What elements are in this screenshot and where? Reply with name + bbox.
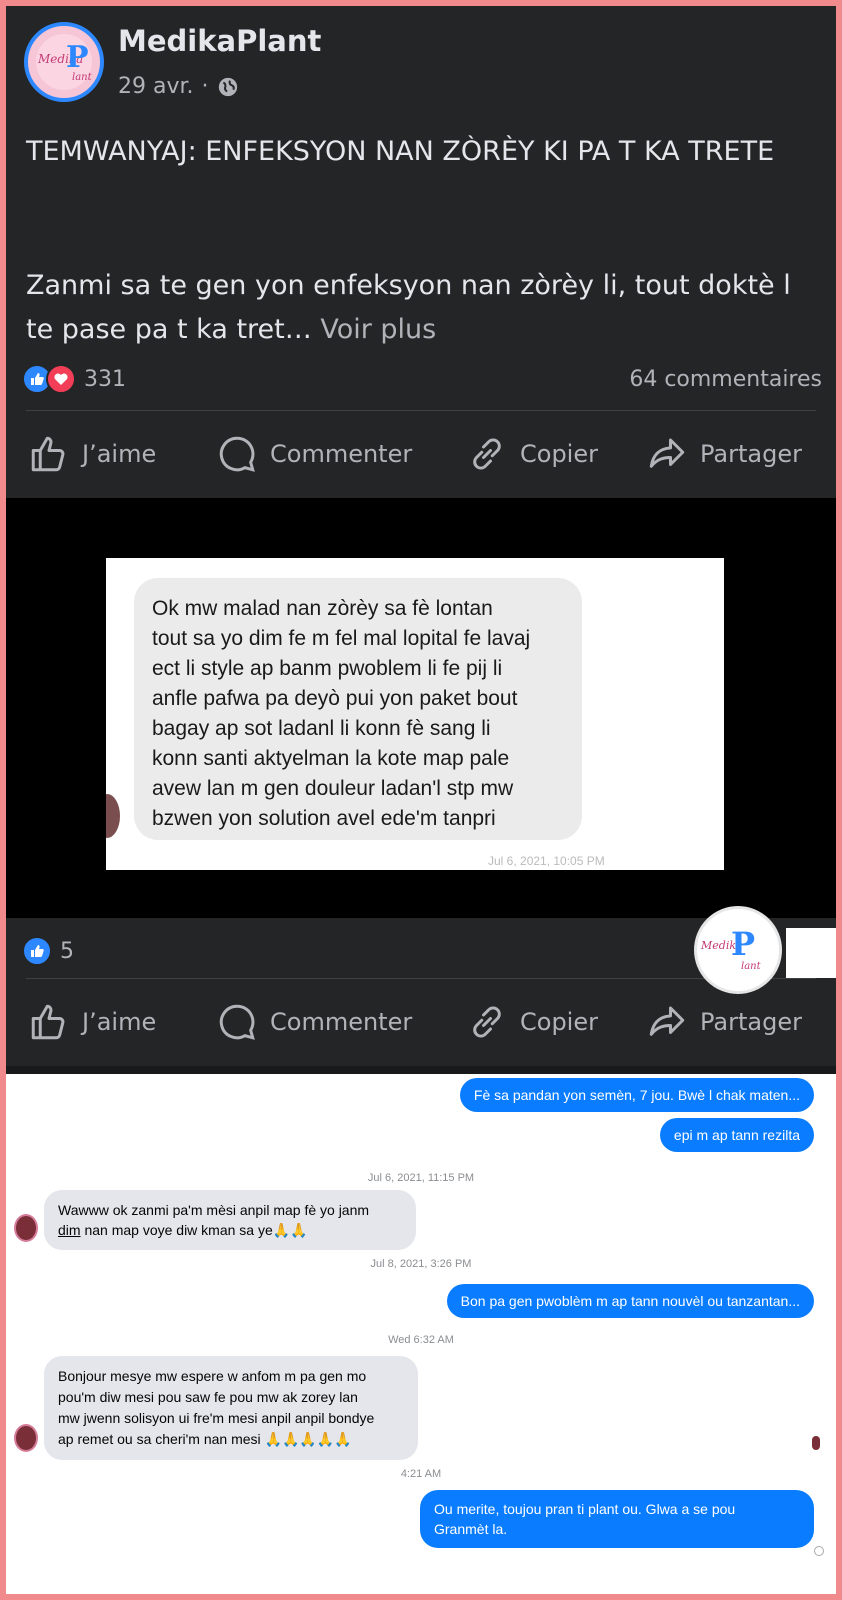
like-reaction-icon <box>22 936 52 966</box>
message-line: konn santi aktyelman la kote map pale <box>152 747 510 770</box>
message-line: Ou merite, toujou pran ti plant ou. Glwa… <box>434 1501 736 1517</box>
like-button[interactable]: J’aime <box>28 433 156 475</box>
see-more-link[interactable]: Voir plus <box>320 314 436 345</box>
timestamp: Jul 6, 2021, 11:15 PM <box>367 1172 475 1184</box>
copy-label: Copier <box>520 440 598 468</box>
message-line: dim nan map voye diw kman sa ye🙏🙏 <box>58 1220 402 1240</box>
love-reaction-icon <box>46 364 76 394</box>
globe-icon <box>218 77 237 96</box>
post-meta: 29 avr. · <box>118 74 239 99</box>
sender-avatar <box>14 1424 38 1452</box>
reaction-summary[interactable]: 331 64 commentaires <box>22 362 822 396</box>
facebook-post: Medika P lant MedikaPlant 29 avr. · TEMW… <box>6 6 836 498</box>
message-line: anfle pafwa pa deyò pui yon paket bout <box>152 687 518 710</box>
meta-separator: · <box>201 74 209 99</box>
message-line: Bonjour mesye mw espere w anfom m pa gen… <box>58 1368 367 1384</box>
message-line: bzwen yon solution avel ede'm tanpri <box>152 807 496 830</box>
copy-label: Copier <box>520 1008 598 1036</box>
timestamp: Wed 6:32 AM <box>388 1334 454 1346</box>
message-rest: nan map voye diw kman sa ye🙏🙏 <box>80 1222 308 1238</box>
timestamp: Jul 8, 2021, 3:26 PM <box>370 1258 472 1270</box>
messenger-conversation: Fè sa pandan yon semèn, 7 jou. Bwè l cha… <box>6 1074 836 1594</box>
link-icon <box>473 438 501 470</box>
message-line: bagay ap sot ladanl li konn fè sang li <box>152 717 491 740</box>
comment-icon <box>219 436 255 472</box>
logo-word-2: lant <box>741 961 761 972</box>
message-line: pou'm diw mesi pou saw fe pou mw ak zore… <box>58 1389 358 1405</box>
share-arrow-icon <box>649 438 685 468</box>
logo-backdrop <box>786 928 836 978</box>
page-avatar[interactable]: Medika P lant <box>24 22 104 102</box>
sent-message[interactable]: epi m ap tann rezilta <box>659 1118 814 1152</box>
post-body: Zanmi sa te gen yon enfeksyon nan zòrèy … <box>26 264 816 352</box>
delivered-check-icon <box>814 1546 824 1556</box>
sender-avatar <box>14 1214 38 1242</box>
message-line: Ok mw malad nan zòrèy sa fè lontan <box>152 597 493 620</box>
link-icon <box>473 1006 501 1038</box>
message-line: tout sa yo dim fe m fel mal lopital fe l… <box>152 627 531 650</box>
page-name[interactable]: MedikaPlant <box>118 24 321 58</box>
thumbs-up-icon <box>31 1004 65 1040</box>
photo-post: Ok mw malad nan zòrèy sa fè lontan tout … <box>6 498 836 1066</box>
logo-letter: P <box>731 925 756 963</box>
comment-label: Commenter <box>270 1008 413 1036</box>
message-line: Wawww ok zanmi pa'm mèsi anpil map fè yo… <box>58 1202 370 1218</box>
message-line: mw jwenn solisyon ui fre'm mesi anpil an… <box>58 1410 375 1426</box>
message-screenshot[interactable]: Ok mw malad nan zòrèy sa fè lontan tout … <box>106 558 724 870</box>
logo-word-2: lant <box>72 72 92 83</box>
message-line: avew lan m gen douleur ladan'l stp mw <box>152 777 514 800</box>
like-label: J’aime <box>82 440 157 468</box>
post-title: TEMWANYAJ: ENFEKSYON NAN ZÒRÈY KI PA T K… <box>26 136 775 167</box>
message-line: Granmèt la. <box>434 1521 508 1537</box>
message-timestamp: Jul 6, 2021, 10:05 PM <box>488 854 605 868</box>
sent-message[interactable]: Bon pa gen pwoblèm m ap tann nouvèl ou t… <box>446 1284 814 1318</box>
post-date[interactable]: 29 avr. <box>118 74 194 99</box>
divider <box>26 410 816 411</box>
share-arrow-icon <box>649 1006 685 1036</box>
comment-icon <box>219 1004 255 1040</box>
post-actions: J’aime Commenter Copier Partager <box>6 982 836 1062</box>
comment-button[interactable]: Commenter <box>216 433 412 475</box>
comment-button[interactable]: Commenter <box>216 1001 412 1043</box>
message-underlined-word: dim <box>58 1222 81 1238</box>
timestamp: 4:21 AM <box>400 1468 442 1480</box>
post-actions: J’aime Commenter Copier Partager <box>6 414 836 494</box>
received-message[interactable]: Bonjour mesye mw espere w anfom m pa gen… <box>44 1356 418 1460</box>
like-button[interactable]: J’aime <box>28 1001 156 1043</box>
watermark-logo: Medika P lant <box>694 906 782 994</box>
share-label: Partager <box>700 440 802 468</box>
like-label: J’aime <box>82 1008 157 1036</box>
reaction-count: 5 <box>60 938 74 964</box>
share-button[interactable]: Partager <box>646 1001 802 1043</box>
seen-avatar <box>812 1436 820 1450</box>
copy-button[interactable]: Copier <box>466 1001 598 1043</box>
sent-message[interactable]: Ou merite, toujou pran ti plant ou. Glwa… <box>420 1490 814 1548</box>
copy-button[interactable]: Copier <box>466 433 598 475</box>
sender-avatar <box>106 794 120 838</box>
message-line: ect li style ap banm pwoblem li fe pij l… <box>152 657 503 680</box>
screenshot-frame: Medika P lant MedikaPlant 29 avr. · TEMW… <box>6 6 836 1594</box>
comments-count[interactable]: 64 commentaires <box>629 367 822 392</box>
received-message[interactable]: Wawww ok zanmi pa'm mèsi anpil map fè yo… <box>44 1190 416 1250</box>
share-button[interactable]: Partager <box>646 433 802 475</box>
share-label: Partager <box>700 1008 802 1036</box>
comment-label: Commenter <box>270 440 413 468</box>
message-line: ap remet ou sa cheri'm nan mesi 🙏🙏🙏🙏🙏 <box>58 1431 352 1447</box>
sent-message[interactable]: Fè sa pandan yon semèn, 7 jou. Bwè l cha… <box>459 1078 814 1112</box>
reaction-count: 331 <box>84 366 126 392</box>
logo-letter: P <box>66 40 89 75</box>
message-bubble: Ok mw malad nan zòrèy sa fè lontan tout … <box>134 578 582 840</box>
divider <box>26 978 816 979</box>
thumbs-up-icon <box>31 436 65 472</box>
